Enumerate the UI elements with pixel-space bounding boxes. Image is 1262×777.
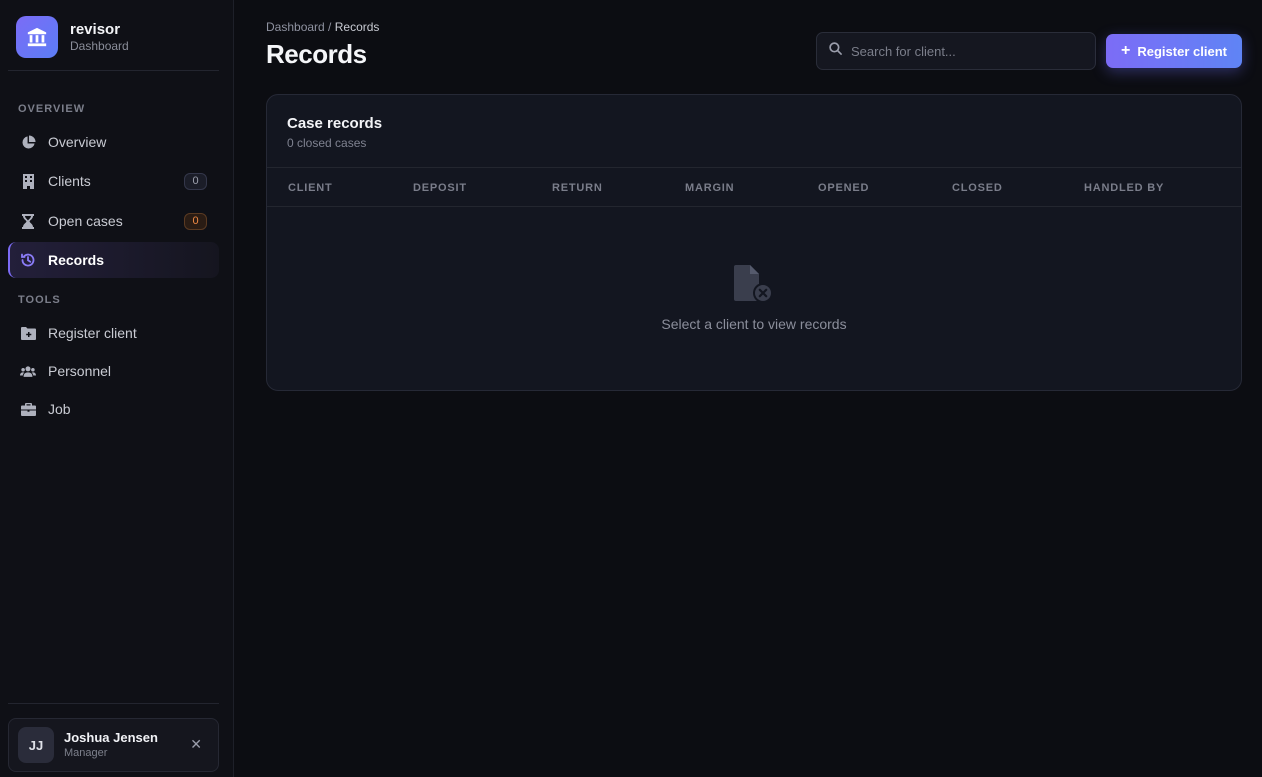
empty-state-text: Select a client to view records — [661, 316, 847, 332]
register-client-label: Register client — [1137, 43, 1227, 59]
breadcrumb-separator: / — [324, 20, 335, 34]
breadcrumb: Dashboard / Records — [266, 20, 379, 34]
open-cases-count-badge: 0 — [184, 213, 207, 230]
sidebar-item-job[interactable]: Job — [8, 391, 219, 427]
brand-name: revisor — [70, 20, 121, 38]
sidebar-item-label: Overview — [48, 134, 107, 150]
register-client-button[interactable]: + Register client — [1106, 34, 1242, 68]
column-header-client[interactable]: CLIENT — [288, 182, 333, 194]
sidebar: revisor Dashboard OVERVIEW Overview Clie… — [0, 0, 234, 777]
user-card[interactable]: JJ Joshua Jensen Manager ✕ — [8, 718, 219, 772]
card-title: Case records — [287, 115, 383, 132]
clients-count-badge: 0 — [184, 173, 207, 190]
sidebar-divider — [8, 70, 219, 71]
sidebar-item-label: Clients — [48, 173, 91, 189]
sidebar-item-personnel[interactable]: Personnel — [8, 353, 219, 389]
building-icon — [20, 173, 36, 189]
sidebar-item-label: Personnel — [48, 363, 112, 379]
sidebar-item-label: Records — [48, 252, 105, 268]
sidebar-item-records[interactable]: Records — [8, 242, 219, 278]
plus-icon: + — [1121, 42, 1131, 59]
breadcrumb-parent[interactable]: Dashboard — [266, 20, 325, 34]
column-header-return[interactable]: RETURN — [552, 182, 603, 194]
column-header-handled-by[interactable]: HANDLED BY — [1084, 182, 1164, 194]
hourglass-icon — [20, 213, 36, 229]
sidebar-item-label: Job — [48, 401, 71, 417]
section-label-overview: OVERVIEW — [18, 103, 86, 115]
sidebar-item-clients[interactable]: Clients 0 — [8, 163, 219, 199]
sidebar-item-overview[interactable]: Overview — [8, 124, 219, 160]
sidebar-item-label: Open cases — [48, 213, 123, 229]
folder-plus-icon — [20, 325, 36, 341]
bank-icon — [16, 16, 58, 58]
search-icon — [829, 42, 842, 60]
breadcrumb-current: Records — [334, 20, 380, 34]
search-input[interactable] — [851, 43, 1081, 59]
column-header-opened[interactable]: OPENED — [818, 182, 869, 194]
users-icon — [20, 363, 36, 379]
table-header: CLIENT DEPOSIT RETURN MARGIN OPENED CLOS… — [267, 167, 1241, 207]
column-header-closed[interactable]: CLOSED — [952, 182, 1003, 194]
user-name: Joshua Jensen — [64, 730, 158, 745]
history-icon — [20, 252, 36, 268]
sidebar-item-register-client[interactable]: Register client — [8, 315, 219, 351]
user-role: Manager — [64, 747, 108, 759]
file-x-icon — [733, 265, 775, 305]
brand[interactable]: revisor Dashboard — [16, 16, 129, 58]
card-subtitle: 0 closed cases — [287, 136, 367, 150]
case-records-card: Case records 0 closed cases CLIENT DEPOS… — [266, 94, 1242, 391]
column-header-margin[interactable]: MARGIN — [685, 182, 734, 194]
sidebar-item-label: Register client — [48, 325, 137, 341]
sidebar-divider — [8, 703, 219, 704]
section-label-tools: TOOLS — [18, 294, 61, 306]
page-title: Records — [266, 39, 367, 69]
column-header-deposit[interactable]: DEPOSIT — [413, 182, 467, 194]
search-box[interactable] — [816, 32, 1096, 70]
brand-subtitle: Dashboard — [70, 38, 129, 53]
sidebar-item-open-cases[interactable]: Open cases 0 — [8, 203, 219, 239]
avatar: JJ — [18, 727, 54, 763]
briefcase-icon — [20, 401, 36, 417]
pie-chart-icon — [20, 134, 36, 150]
close-icon[interactable]: ✕ — [190, 736, 202, 753]
